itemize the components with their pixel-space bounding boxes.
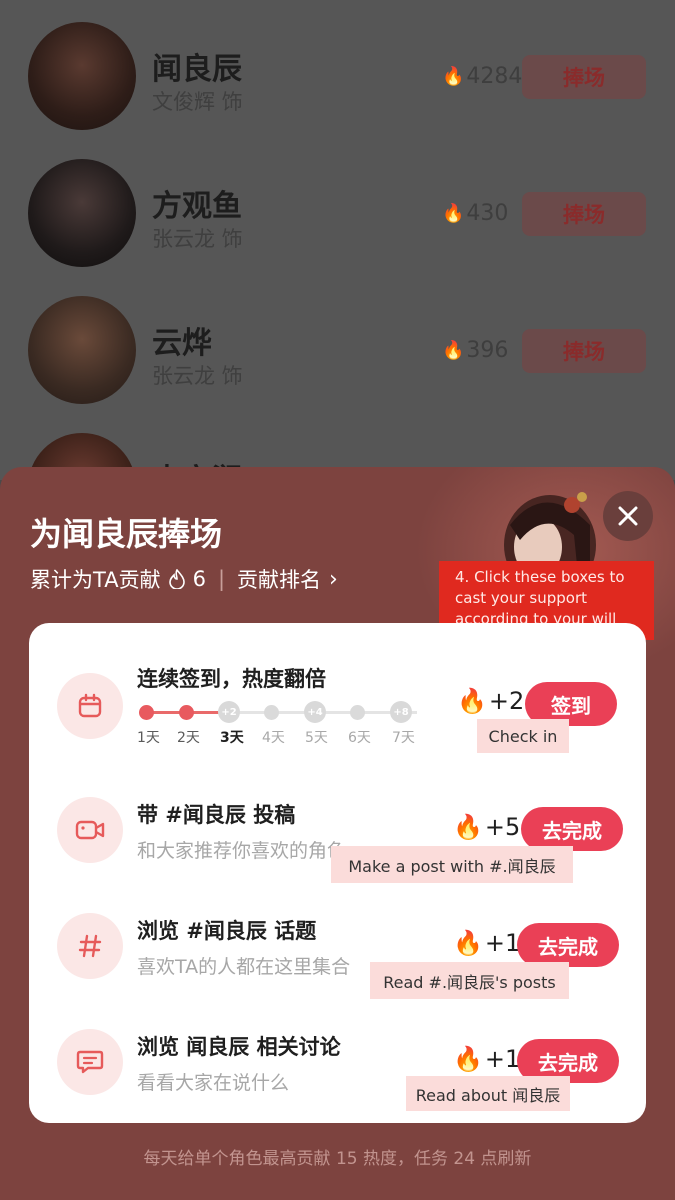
list-item[interactable]: 云烨 张云龙 饰 🔥 396 捧场 <box>0 274 675 404</box>
flame-icon: 🔥 <box>453 1045 483 1073</box>
list-item[interactable]: 闻良辰 文俊辉 饰 🔥 4284 捧场 <box>0 0 675 130</box>
progress-dot <box>179 705 194 720</box>
actor-name: 张云龙 饰 <box>152 227 243 251</box>
comment-icon-wrap <box>57 1029 123 1095</box>
chevron-right-icon: › <box>329 566 338 592</box>
day-label: 3天 <box>220 730 244 746</box>
character-name: 云烨 <box>152 326 212 361</box>
translation-label: Read about 闻良辰 <box>406 1076 570 1111</box>
flame-icon <box>168 569 185 589</box>
character-name: 闻良辰 <box>152 52 242 87</box>
calendar-icon <box>78 693 102 718</box>
contribution-summary: 累计为TA贡献 6 | 贡献排名 › <box>30 564 338 594</box>
close-icon <box>618 506 638 526</box>
task-title: 连续签到，热度翻倍 <box>137 667 326 691</box>
day-label: 4天 <box>262 730 285 746</box>
translation-label: Read #.闻良辰's posts <box>370 962 569 999</box>
progress-badge: +8 <box>390 701 412 723</box>
complete-button[interactable]: 去完成 <box>517 923 619 967</box>
support-button[interactable]: 捧场 <box>522 329 646 373</box>
task-title: 带 #闻良辰 投稿 <box>137 803 296 827</box>
heat-count: 🔥 430 <box>442 201 509 226</box>
actor-name: 张云龙 饰 <box>152 364 243 388</box>
progress-badge: +4 <box>304 701 326 723</box>
complete-button[interactable]: 去完成 <box>521 807 623 851</box>
flame-icon: 🔥 <box>453 929 483 957</box>
flame-icon: 🔥 <box>442 340 465 361</box>
hashtag-icon <box>78 934 102 958</box>
task-title: 浏览 闻良辰 相关讨论 <box>137 1035 341 1059</box>
translation-label: Make a post with #.闻良辰 <box>331 846 573 883</box>
task-card: 连续签到，热度翻倍 +2 +4 +8 1天 2天 3天 4天 5天 6天 7天 … <box>29 623 646 1123</box>
video-icon <box>75 820 105 840</box>
task-desc: 喜欢TA的人都在这里集合 <box>137 956 351 978</box>
heat-count: 🔥 4284 <box>442 64 523 89</box>
support-button[interactable]: 捧场 <box>522 55 646 99</box>
character-list: 闻良辰 文俊辉 饰 🔥 4284 捧场 方观鱼 张云龙 饰 🔥 430 捧场 云烨 … <box>0 0 675 541</box>
progress-dot <box>264 705 279 720</box>
day-label: 5天 <box>305 730 328 746</box>
comment-icon <box>76 1050 104 1074</box>
task-heat: 🔥 +1 <box>453 1045 521 1073</box>
character-name: 方观鱼 <box>152 189 242 224</box>
calendar-icon-wrap <box>57 673 123 739</box>
divider: | <box>217 567 226 591</box>
contribution-value: 6 <box>192 567 206 591</box>
translation-label: Check in <box>477 719 569 753</box>
task-heat: 🔥 +5 <box>453 813 521 841</box>
task-heat: 🔥 +1 <box>453 929 521 957</box>
task-title: 浏览 #闻良辰 话题 <box>137 919 317 943</box>
day-label: 6天 <box>348 730 371 746</box>
day-label: 1天 <box>137 730 160 746</box>
flame-icon: 🔥 <box>453 813 483 841</box>
heat-count: 🔥 396 <box>442 338 509 363</box>
support-button[interactable]: 捧场 <box>522 192 646 236</box>
video-icon-wrap <box>57 797 123 863</box>
hashtag-icon-wrap <box>57 913 123 979</box>
day-label: 7天 <box>392 730 415 746</box>
flame-icon: 🔥 <box>457 687 487 715</box>
actor-name: 文俊辉 饰 <box>152 90 243 114</box>
task-desc: 和大家推荐你喜欢的角色 <box>137 840 347 862</box>
progress-dot <box>350 705 365 720</box>
panel-title: 为闻良辰捧场 <box>30 515 223 553</box>
avatar <box>28 22 136 130</box>
avatar <box>28 296 136 404</box>
checkin-progress: +2 +4 +8 1天 2天 3天 4天 5天 6天 7天 <box>137 701 437 746</box>
close-button[interactable] <box>603 491 653 541</box>
flame-icon: 🔥 <box>442 203 465 224</box>
progress-dot <box>139 705 154 720</box>
flame-icon: 🔥 <box>442 66 465 87</box>
avatar <box>28 159 136 267</box>
task-heat: 🔥 +2 <box>457 687 525 715</box>
contribution-label: 累计为TA贡献 <box>30 568 161 592</box>
footer-note: 每天给单个角色最高贡献 15 热度，任务 24 点刷新 <box>143 1149 532 1169</box>
progress-badge: +2 <box>218 701 240 723</box>
rank-link[interactable]: 贡献排名 <box>237 564 321 594</box>
day-label: 2天 <box>177 730 200 746</box>
task-desc: 看看大家在说什么 <box>137 1072 290 1094</box>
list-item[interactable]: 方观鱼 张云龙 饰 🔥 430 捧场 <box>0 137 675 267</box>
